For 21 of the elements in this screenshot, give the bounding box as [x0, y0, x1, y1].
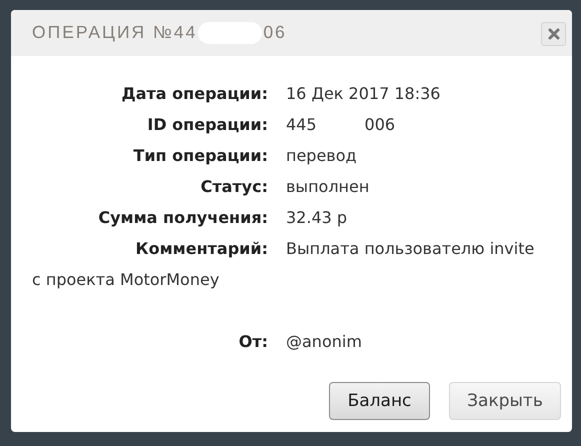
field-value: 006 [364, 115, 396, 134]
field-label: Дата операции: [120, 83, 268, 105]
field-value: с проекта MotorMoney [32, 270, 220, 289]
close-button[interactable] [541, 22, 566, 46]
close-icon [548, 28, 560, 40]
field-label: Тип операции: [132, 145, 268, 167]
field-label: Сумма получения: [97, 207, 268, 229]
close-dialog-button[interactable]: Закрыть [449, 382, 561, 420]
field-value: Выплата пользователю invite [286, 239, 534, 258]
field-value: перевод [286, 146, 357, 165]
field-value: 32.43 р [286, 208, 348, 227]
balance-button[interactable]: Баланс [329, 382, 430, 420]
field-value: 445 [286, 115, 317, 134]
field-label: Комментарий: [134, 238, 268, 260]
field-value: 16 Дек 2017 18:36 [286, 84, 440, 103]
field-value: @anonim [286, 332, 362, 351]
field-label: От: [238, 331, 268, 353]
field-label: ID операции: [146, 114, 268, 136]
field-label: Статус: [200, 176, 268, 198]
field-value: выполнен [286, 177, 370, 196]
dialog-title: ОПЕРАЦИЯ №44 06 [32, 22, 287, 44]
